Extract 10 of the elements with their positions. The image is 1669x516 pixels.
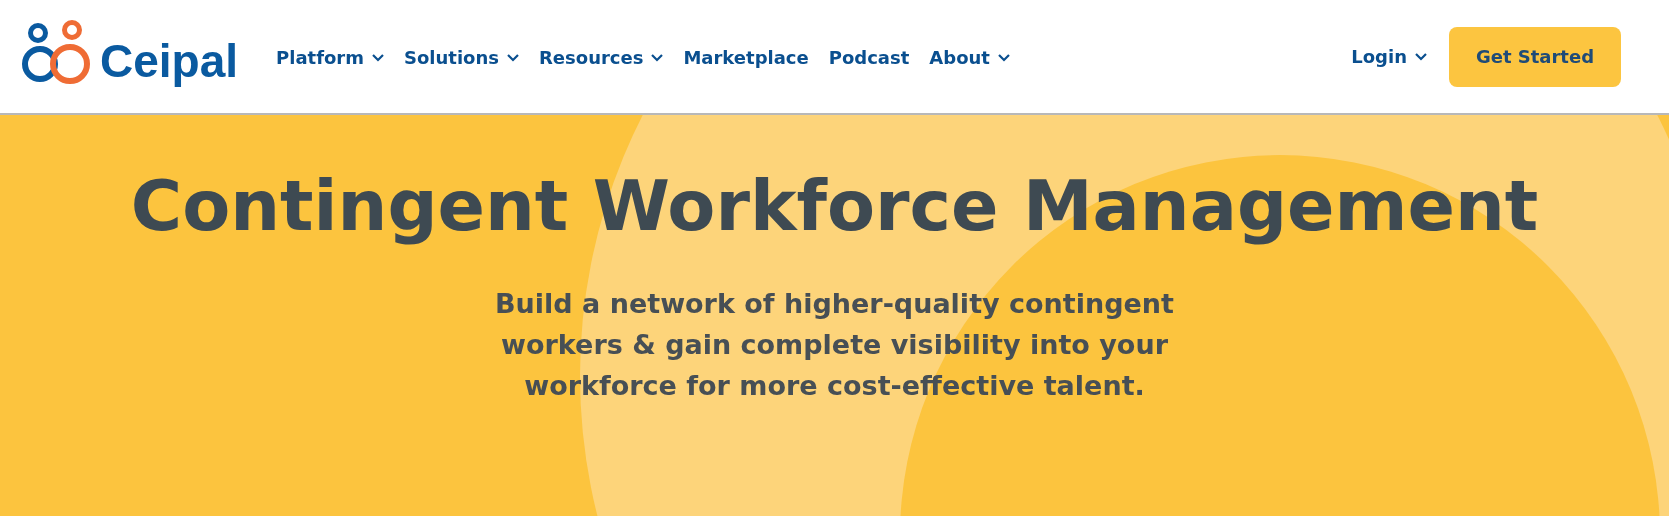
nav-link[interactable]: Marketplace <box>683 47 809 68</box>
nav-link[interactable]: About <box>929 47 1010 68</box>
hero-subtitle: Build a network of higher-quality contingent workers & gain complete visibility into your workforce for more cost-effective talent. <box>494 287 1175 403</box>
nav-link[interactable]: Solutions <box>404 47 519 68</box>
nav-link[interactable]: Platform <box>276 47 384 68</box>
get-started-button[interactable]: Get Started <box>1449 26 1621 87</box>
nav-link[interactable]: Resources <box>539 47 664 68</box>
hero-title: Contingent Workforce Management <box>130 165 1539 247</box>
nav-link[interactable]: Podcast <box>828 47 910 68</box>
login-link[interactable]: Login <box>1351 46 1427 67</box>
